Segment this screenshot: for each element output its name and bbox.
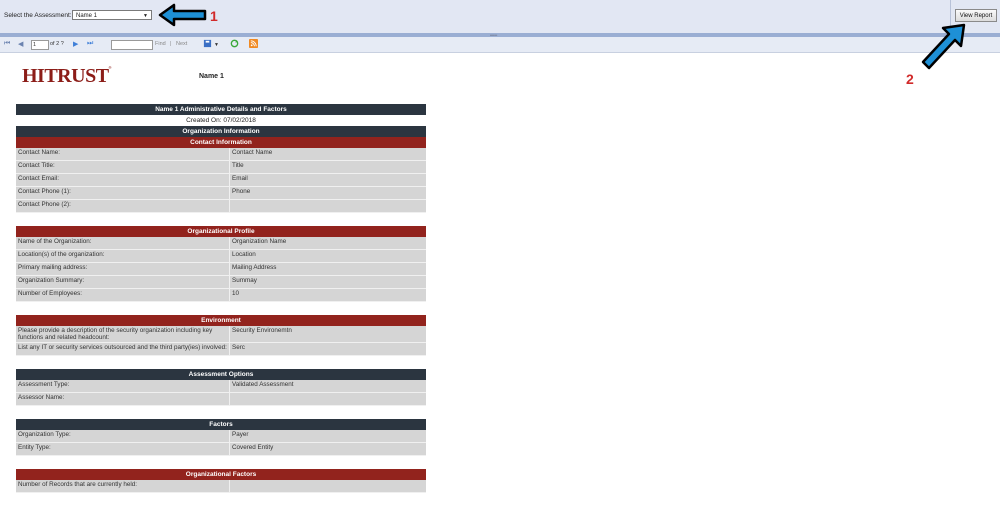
field-label: Please provide a description of the secu… [16, 326, 230, 343]
field-label: Contact Name: [16, 148, 230, 161]
field-label: Assessor Name: [16, 393, 230, 406]
field-value: Title [230, 161, 426, 174]
find-input[interactable] [111, 40, 153, 50]
field-label: Number of Employees: [16, 289, 230, 302]
field-value [230, 393, 426, 406]
page-count: of 2 ? [50, 41, 64, 47]
table-row: Contact Name: Contact Name [16, 148, 426, 161]
field-value: 10 [230, 289, 426, 302]
field-label: Assessment Type: [16, 380, 230, 393]
field-label: Primary mailing address: [16, 263, 230, 276]
next-page-icon[interactable]: ▶ [73, 40, 78, 48]
dropdown-caret-icon: ▼ [143, 13, 148, 19]
parameter-bar: Select the Assessment: Name 1 ▼ View Rep… [0, 0, 1000, 34]
table-row: Entity Type: Covered Entity [16, 443, 426, 456]
section-header-factors: Factors [16, 419, 426, 430]
table-row: Contact Phone (1): Phone [16, 187, 426, 200]
next-link[interactable]: Next [176, 41, 187, 47]
table-row: Number of Records that are currently hel… [16, 480, 426, 493]
field-label: List any IT or security services outsour… [16, 343, 230, 356]
field-value: Serc [230, 343, 426, 356]
field-value: Security Environemtn [230, 326, 426, 343]
export-icon[interactable] [203, 39, 212, 48]
field-value: Email [230, 174, 426, 187]
report-title: Name 1 Administrative Details and Factor… [16, 104, 426, 115]
page-number-input[interactable]: 1 [31, 40, 49, 50]
annotation-arrow-up-right-icon [921, 23, 966, 70]
field-label: Organization Summary: [16, 276, 230, 289]
table-row: Please provide a description of the secu… [16, 326, 426, 343]
table-row: Number of Employees: 10 [16, 289, 426, 302]
field-label: Name of the Organization: [16, 237, 230, 250]
field-value: Contact Name [230, 148, 426, 161]
field-label: Contact Title: [16, 161, 230, 174]
field-label: Organization Type: [16, 430, 230, 443]
last-page-icon[interactable]: ⏭ [87, 40, 93, 48]
table-row: Organization Summary: Summay [16, 276, 426, 289]
field-value: Payer [230, 430, 426, 443]
previous-page-icon[interactable]: ◀ [18, 40, 23, 48]
field-value: Summay [230, 276, 426, 289]
field-value: Mailing Address [230, 263, 426, 276]
report-table: Name 1 Administrative Details and Factor… [16, 104, 426, 493]
assessment-label: Select the Assessment: [4, 12, 72, 19]
field-label: Contact Email: [16, 174, 230, 187]
field-value: Phone [230, 187, 426, 200]
find-link[interactable]: Find [155, 41, 166, 47]
table-row: Contact Phone (2): [16, 200, 426, 213]
field-value: Location [230, 250, 426, 263]
refresh-icon[interactable] [230, 39, 239, 48]
field-value: Organization Name [230, 237, 426, 250]
table-row: Name of the Organization: Organization Na… [16, 237, 426, 250]
field-value: Validated Assessment [230, 380, 426, 393]
find-separator: | [170, 41, 172, 47]
report-toolbar: ⏮ ◀ 1 of 2 ? ▶ ⏭ Find | Next ▼ [0, 37, 1000, 53]
annotation-number-2: 2 [906, 71, 914, 87]
rss-feed-icon[interactable] [249, 39, 258, 48]
table-row: Assessor Name: [16, 393, 426, 406]
table-row: Contact Title: Title [16, 161, 426, 174]
section-header-org-factors: Organizational Factors [16, 469, 426, 480]
table-row: Contact Email: Email [16, 174, 426, 187]
view-report-button[interactable]: View Report [955, 9, 997, 22]
field-label: Contact Phone (1): [16, 187, 230, 200]
annotation-arrow-left-icon [158, 3, 207, 27]
table-row: Organization Type: Payer [16, 430, 426, 443]
section-header-assessment: Assessment Options [16, 369, 426, 380]
table-row: Primary mailing address: Mailing Address [16, 263, 426, 276]
hitrust-logo: HITRUST® [22, 65, 112, 87]
first-page-icon[interactable]: ⏮ [4, 40, 10, 48]
assessment-select[interactable]: Name 1 ▼ [72, 10, 152, 20]
assessment-select-value: Name 1 [76, 13, 98, 19]
table-row: Location(s) of the organization: Location [16, 250, 426, 263]
field-value [230, 480, 426, 493]
field-value: Covered Entity [230, 443, 426, 456]
field-label: Number of Records that are currently hel… [16, 480, 230, 493]
field-label: Contact Phone (2): [16, 200, 230, 213]
field-value [230, 200, 426, 213]
annotation-number-1: 1 [210, 8, 218, 24]
export-dropdown-icon[interactable]: ▼ [214, 42, 219, 48]
field-label: Location(s) of the organization: [16, 250, 230, 263]
report-name: Name 1 [199, 73, 224, 80]
section-header-contact: Contact Information [16, 137, 426, 148]
section-header-environment: Environment [16, 315, 426, 326]
section-header-organization: Organization Information [16, 126, 426, 137]
field-label: Entity Type: [16, 443, 230, 456]
table-row: Assessment Type: Validated Assessment [16, 380, 426, 393]
table-row: List any IT or security services outsour… [16, 343, 426, 356]
section-header-profile: Organizational Profile [16, 226, 426, 237]
created-date: Created On: 07/02/2018 [16, 115, 426, 126]
